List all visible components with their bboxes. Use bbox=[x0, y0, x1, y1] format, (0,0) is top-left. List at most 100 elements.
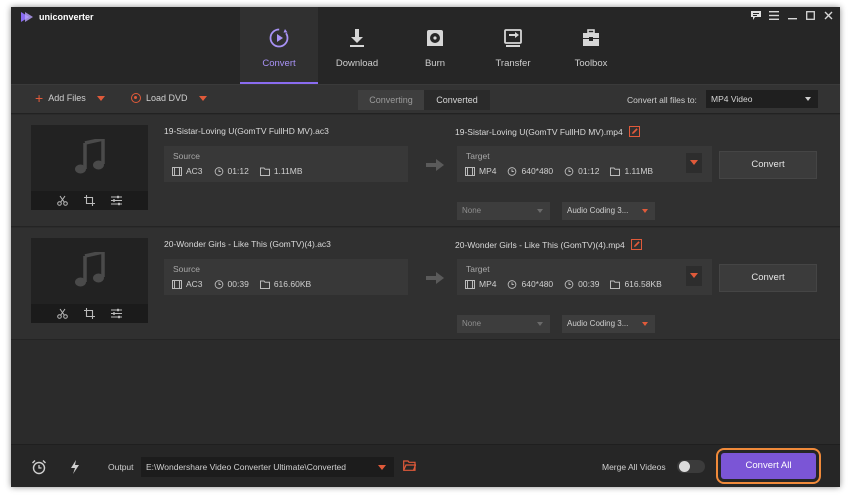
output-path-value: E:\Wondershare Video Converter Ultimate\… bbox=[146, 462, 347, 472]
dvd-icon bbox=[131, 93, 141, 103]
source-duration: 01:12 bbox=[227, 166, 249, 176]
target-meta: MP4 640*480 01:12 1.11MB bbox=[465, 166, 664, 176]
main-nav: Convert Download Burn Transfer Toolbox bbox=[240, 7, 630, 84]
open-folder-icon[interactable] bbox=[403, 460, 416, 471]
tab-download[interactable]: Download bbox=[318, 7, 396, 84]
arrow-right-icon bbox=[426, 272, 444, 284]
edit-icon[interactable] bbox=[630, 239, 642, 250]
tab-burn[interactable]: Burn bbox=[396, 7, 474, 84]
tab-label: Transfer bbox=[495, 58, 531, 69]
source-format: AC3 bbox=[186, 166, 203, 176]
maximize-icon[interactable] bbox=[804, 9, 816, 21]
clock-icon bbox=[214, 166, 223, 176]
folder-icon bbox=[610, 280, 621, 289]
merge-all-toggle[interactable] bbox=[677, 460, 705, 473]
resolution-icon bbox=[508, 279, 517, 289]
chevron-down-icon[interactable] bbox=[96, 95, 105, 101]
load-dvd-button[interactable]: Load DVD bbox=[131, 93, 207, 103]
chevron-down-icon bbox=[642, 322, 648, 326]
feedback-icon[interactable] bbox=[750, 9, 762, 21]
edit-icon[interactable] bbox=[628, 126, 640, 137]
tab-label: Convert bbox=[262, 58, 296, 69]
audio-track-select[interactable]: Audio Coding 3... bbox=[562, 202, 655, 220]
audio-track-value: Audio Coding 3... bbox=[567, 319, 629, 328]
crop-icon[interactable] bbox=[84, 195, 95, 206]
clock-icon bbox=[214, 279, 223, 289]
music-note-icon bbox=[75, 139, 105, 174]
adjust-icon[interactable] bbox=[111, 195, 122, 206]
tab-convert[interactable]: Convert bbox=[240, 7, 318, 84]
window-controls bbox=[750, 9, 834, 21]
minimize-icon[interactable] bbox=[786, 9, 798, 21]
output-format-select[interactable]: MP4 Video bbox=[706, 90, 818, 108]
target-label: Target bbox=[466, 264, 490, 274]
segment-converted[interactable]: Converted bbox=[424, 90, 490, 110]
crop-icon[interactable] bbox=[84, 308, 95, 319]
tab-toolbox[interactable]: Toolbox bbox=[552, 7, 630, 84]
segment-converting[interactable]: Converting bbox=[358, 90, 424, 110]
subtitle-select[interactable]: None bbox=[457, 202, 550, 220]
convert-all-to-label: Convert all files to: bbox=[627, 95, 697, 105]
chevron-down-icon bbox=[537, 209, 543, 213]
target-label: Target bbox=[466, 151, 490, 161]
folder-icon bbox=[610, 167, 621, 176]
film-icon bbox=[465, 279, 475, 289]
tab-transfer[interactable]: Transfer bbox=[474, 7, 552, 84]
target-filename-text: 19-Sistar-Loving U(GomTV FullHD MV).mp4 bbox=[455, 126, 623, 137]
music-note-icon bbox=[75, 252, 105, 287]
tab-label: Burn bbox=[424, 58, 446, 69]
target-format: MP4 bbox=[479, 166, 497, 176]
tab-label: Download bbox=[335, 58, 379, 69]
film-icon bbox=[465, 166, 475, 176]
output-format-value: MP4 Video bbox=[711, 94, 753, 104]
audio-track-select[interactable]: Audio Coding 3... bbox=[562, 315, 655, 333]
convert-button[interactable]: Convert bbox=[719, 264, 817, 292]
alarm-clock-icon[interactable] bbox=[31, 459, 47, 475]
target-format-dropdown[interactable] bbox=[686, 266, 702, 286]
source-size: 1.11MB bbox=[273, 166, 303, 176]
convert-all-button[interactable]: Convert All bbox=[721, 453, 816, 479]
subtitle-value: None bbox=[462, 319, 482, 328]
target-duration: 01:12 bbox=[578, 166, 600, 176]
toolbox-icon bbox=[583, 29, 599, 46]
subtitle-value: None bbox=[462, 206, 482, 215]
chevron-down-icon[interactable] bbox=[198, 95, 207, 101]
target-info: Target MP4 640*480 01:12 1.11MB bbox=[457, 146, 712, 182]
app-window: uniconverter Convert Download Burn Trans… bbox=[11, 7, 840, 487]
add-files-button[interactable]: + Add Files bbox=[35, 91, 105, 105]
target-filename: 20-Wonder Girls - Like This (GomTV)(4).m… bbox=[455, 239, 642, 250]
file-item: 20-Wonder Girls - Like This (GomTV)(4).a… bbox=[11, 228, 840, 340]
subtitle-select[interactable]: None bbox=[457, 315, 550, 333]
target-filename: 19-Sistar-Loving U(GomTV FullHD MV).mp4 bbox=[455, 126, 640, 137]
convert-button[interactable]: Convert bbox=[719, 151, 817, 179]
chevron-down-icon bbox=[537, 322, 543, 326]
scissors-icon[interactable] bbox=[57, 195, 68, 206]
target-resolution: 640*480 bbox=[521, 279, 554, 289]
uniconverter-logo-icon bbox=[21, 12, 33, 22]
media-thumbnail bbox=[31, 125, 148, 210]
folder-icon bbox=[259, 280, 270, 289]
edit-tools bbox=[31, 304, 148, 323]
toolbar: + Add Files Load DVD Converting Converte… bbox=[11, 84, 840, 114]
load-dvd-label: Load DVD bbox=[146, 93, 188, 103]
chevron-down-icon bbox=[642, 209, 648, 213]
convert-all-highlight: Convert All bbox=[716, 448, 821, 484]
resolution-icon bbox=[508, 166, 517, 176]
target-size: 1.11MB bbox=[624, 166, 654, 176]
media-thumbnail bbox=[31, 238, 148, 323]
source-meta: AC3 00:39 616.60KB bbox=[172, 279, 322, 289]
output-path-select[interactable]: E:\Wondershare Video Converter Ultimate\… bbox=[141, 457, 394, 477]
scissors-icon[interactable] bbox=[57, 308, 68, 319]
tab-label: Toolbox bbox=[574, 58, 608, 69]
target-duration: 00:39 bbox=[578, 279, 600, 289]
folder-icon bbox=[259, 167, 270, 176]
adjust-icon[interactable] bbox=[111, 308, 122, 319]
close-icon[interactable] bbox=[822, 9, 834, 21]
source-filename: 20-Wonder Girls - Like This (GomTV)(4).a… bbox=[164, 239, 331, 249]
file-item: 19-Sistar-Loving U(GomTV FullHD MV).ac3 … bbox=[11, 115, 840, 227]
lightning-icon[interactable] bbox=[67, 459, 83, 475]
chevron-down-icon bbox=[378, 465, 386, 470]
target-format-dropdown[interactable] bbox=[686, 153, 702, 173]
transfer-icon bbox=[504, 29, 522, 47]
menu-icon[interactable] bbox=[768, 9, 780, 21]
